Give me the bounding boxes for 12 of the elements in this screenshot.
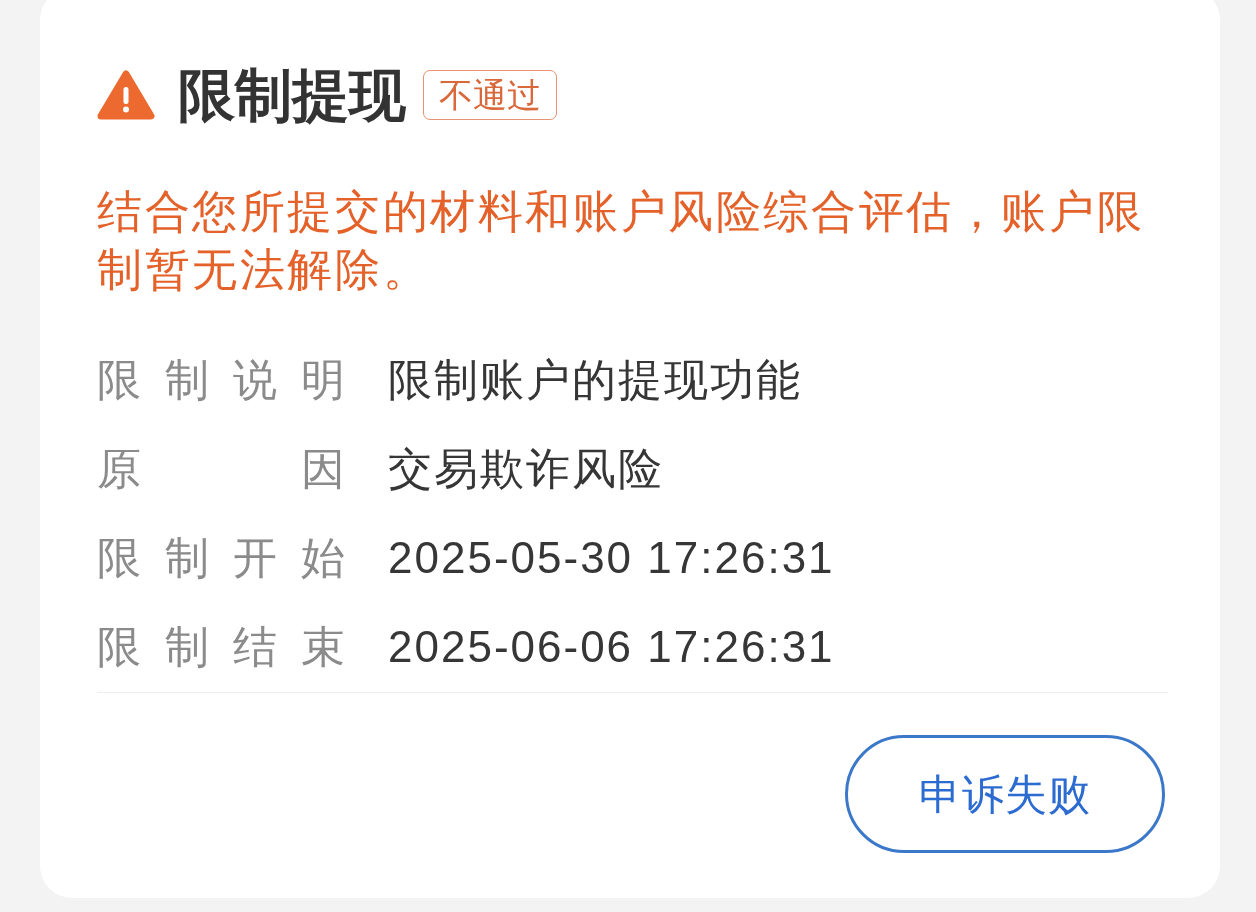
field-value: 限制账户的提现功能 bbox=[388, 353, 802, 406]
result-message: 结合您所提交的材料和账户风险综合评估，账户限制暂无法解除。 bbox=[97, 185, 1146, 297]
field-label: 限制开始 bbox=[97, 531, 345, 584]
appeal-button[interactable]: 申诉失败 bbox=[845, 735, 1165, 853]
field-value: 2025-06-06 17:26:31 bbox=[388, 620, 835, 673]
warning-icon bbox=[97, 70, 155, 120]
field-label: 限制说明 bbox=[97, 353, 345, 406]
field-value: 交易欺诈风险 bbox=[388, 442, 664, 495]
field-label: 原因 bbox=[97, 442, 345, 495]
status-badge: 不通过 bbox=[423, 70, 557, 120]
field-label: 限制结束 bbox=[97, 620, 345, 673]
field-value: 2025-05-30 17:26:31 bbox=[388, 531, 835, 584]
